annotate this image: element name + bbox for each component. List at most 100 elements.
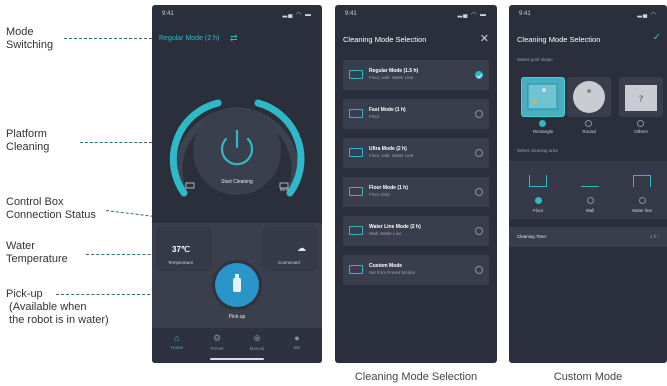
shape-rectangle-option[interactable] [521,77,565,117]
waterline-area-icon [633,175,651,187]
tab-label: Manual [249,346,265,351]
shape-label: Rectangle [532,129,554,134]
shape-radio[interactable] [637,120,644,127]
close-icon[interactable]: ✕ [480,32,489,45]
annotation-line: (Available when [6,301,87,313]
annotation-line: Cleaning [6,141,50,153]
svg-text:?: ? [639,95,644,105]
mode-radio[interactable] [475,110,483,118]
phone-custom-mode-screen: 9:41 ▂▄ ◠ Cleaning Mode Selection ✓ Sele… [509,5,667,363]
shape-round-option[interactable] [567,77,611,117]
status-icons: ▂▄ ◠ ▬ [282,12,312,18]
others-pool-icon: ? [625,85,657,111]
shape-others-option[interactable]: ? [619,77,663,117]
pool-shape-label: Select pool shape [517,57,553,62]
page: Mode Switching Platform Cleaning Control… [0,0,667,386]
annotation-line: Platform [6,128,47,140]
mode-switch-label[interactable]: Regular Mode (2 h) [159,35,219,42]
annotation-mode-switching: Mode Switching [6,26,53,52]
robot-icon [233,274,241,292]
temperature-value: 37℃ [172,245,190,254]
mode-icon [349,265,363,274]
mode-title: Fast Mode (1 h) [369,107,406,113]
area-label: Wall [585,208,595,213]
area-label: Water line [631,208,653,213]
annotation-water-temperature: Water Temperature [6,240,68,266]
status-time: 9:41 [345,11,357,17]
shape-radio[interactable] [585,120,592,127]
battery-percent: 86% [280,187,290,192]
area-label: Floor [532,208,544,213]
round-pool-icon [573,81,605,113]
mode-option[interactable]: Water Line Mode (2 h) Wall, Water Line [343,216,489,246]
tab-me[interactable]: ● Me [282,333,312,350]
mode-icon [349,148,363,157]
rectangle-pool-icon [527,83,558,110]
mode-radio[interactable] [475,227,483,235]
mode-radio[interactable] [475,188,483,196]
status-time: 9:41 [162,11,174,17]
connection-label: Connected [278,260,300,265]
annotation-line: the robot is in water) [6,314,109,326]
shape-label: Others [634,129,648,134]
area-radio[interactable] [587,197,594,204]
temperature-label: Temperature [168,260,194,265]
tab-label: Home [170,345,183,350]
status-time: 9:41 [519,11,531,17]
mode-icon [349,109,363,118]
pickup-label: Pick-up [228,314,246,320]
tab-label: Me [293,345,301,350]
shape-label: Round [582,129,596,134]
cleaning-time-value: 1 h › [650,234,659,239]
time-value-text: 1 h [649,234,657,239]
phone-mode-selection-screen: 9:41 ▂▄ ◠ ▬ Cleaning Mode Selection ✕ Re… [335,5,497,363]
wall-area-icon [581,175,599,187]
mode-title: Ultra Mode (2 h) [369,146,407,152]
shape-radio-selected[interactable] [539,120,546,127]
swap-icon[interactable]: ⇄ [230,33,238,44]
pickup-button[interactable] [215,263,259,307]
annotation-platform-cleaning: Platform Cleaning [6,128,49,154]
tab-home[interactable]: ⌂ Home [162,333,192,350]
home-indicator [210,358,264,360]
tab-manual[interactable]: ⊕ Manual [242,333,272,351]
caption-custom-mode: Custom Mode [553,371,623,383]
mode-subtitle: Set from Preset Modes [369,270,416,275]
annotation-line: Connection Status [6,209,96,221]
mode-option[interactable]: Regular Mode (1.5 h) Floor, wall, Water … [343,60,489,90]
status-icons: ▂▄ ◠ [637,12,657,18]
annotation-line: Control Box [6,196,64,208]
mode-radio[interactable] [475,149,483,157]
mode-option[interactable]: Ultra Mode (2 h) Floor, wall, Water Line [343,138,489,168]
area-radio[interactable] [639,197,646,204]
floor-area-icon [529,175,547,187]
mode-radio[interactable] [475,266,483,274]
mode-option[interactable]: Fast Mode (1 h) Floor [343,99,489,129]
check-icon[interactable]: ✓ [653,32,661,43]
mode-subtitle: Floor, wall, Water Line [369,153,414,158]
caption-mode-selection: Cleaning Mode Selection [354,371,478,383]
mode-icon [349,187,363,196]
mode-title: Custom Mode [369,263,403,269]
annotation-line: Switching [6,39,54,51]
joystick-icon: ⊕ [253,333,261,343]
mode-subtitle: Floor, wall, Water Line [369,75,414,80]
mode-option[interactable]: Custom Mode Set from Preset Modes [343,255,489,285]
mode-radio-selected[interactable] [475,71,483,79]
mode-icon [349,70,363,79]
annotation-control-box: Control Box Connection Status [6,196,96,222]
tab-preset[interactable]: ⚙ Preset [202,333,232,351]
cleaning-time-row[interactable]: Cleaning Time: 1 h › [509,227,667,247]
cloud-icon: ☁ [297,243,306,253]
phone-home-screen: 9:41 ▂▄ ◠ ▬ Regular Mode (2 h) ⇄ Start C… [152,5,322,363]
mode-subtitle: Floor Only [369,192,390,197]
annotation-line: Mode [6,26,34,38]
annotation-line: Water [6,240,35,252]
annotation-line: Temperature [6,253,68,265]
annotation-leader [64,38,152,39]
mode-title: Regular Mode (1.5 h) [369,68,419,74]
screen-title: Cleaning Mode Selection [343,35,427,44]
mode-option[interactable]: Floor Mode (1 h) Floor Only [343,177,489,207]
mode-title: Floor Mode (1 h) [369,185,408,191]
area-radio-selected[interactable] [535,197,542,204]
